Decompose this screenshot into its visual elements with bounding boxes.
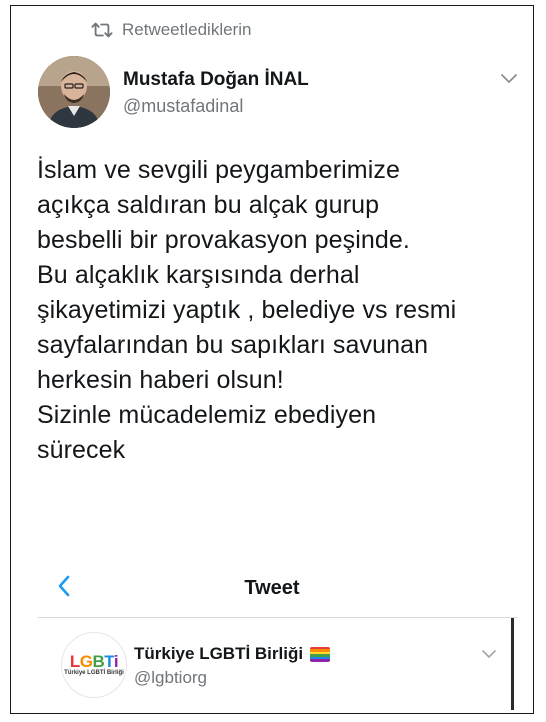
chevron-down-icon[interactable] (481, 649, 497, 660)
nav-title: Tweet (244, 577, 300, 599)
retweet-label: Retweetlediklerin (122, 20, 252, 39)
tweet-line: besbelli bir provakasyon peşinde. (37, 226, 410, 254)
author-name[interactable]: Mustafa Doğan İNAL (123, 69, 309, 91)
retweet-indicator: Retweetlediklerin (91, 20, 251, 40)
quoted-author-name[interactable]: Türkiye LGBTİ Birliği (134, 644, 331, 664)
tweet-line: herkesin haberi olsun! (37, 366, 284, 394)
tweet-line: açıkça saldıran bu alçak gurup (37, 191, 380, 219)
lgbti-logo-subtitle: Türkiye LGBTİ Birliği (64, 670, 124, 676)
quoted-author-handle[interactable]: @lgbtiorg (134, 668, 207, 688)
chevron-down-icon[interactable] (500, 73, 518, 85)
tweet-line: sürecek (37, 436, 126, 464)
tweet-line: Sizinle mücadelemiz ebediyen (37, 401, 377, 429)
tweet-line: Bu alçaklık karşısında derhal (37, 261, 360, 289)
tweet-text: İslam ve sevgili peygamberimize açıkça s… (37, 153, 527, 468)
divider (38, 617, 518, 618)
author-handle[interactable]: @mustafadinal (123, 96, 243, 117)
quoted-author-name-text: Türkiye LGBTİ Birliği (134, 644, 304, 663)
tweet-line: İslam ve sevgili peygamberimize (37, 156, 400, 184)
lgbti-logo: LGBTi (69, 652, 119, 671)
rainbow-flag-icon (310, 646, 331, 662)
retweet-icon (91, 22, 113, 38)
scrollbar[interactable] (511, 618, 514, 710)
quoted-author-avatar[interactable]: LGBTi Türkiye LGBTİ Birliği (61, 632, 127, 698)
author-avatar[interactable] (38, 56, 110, 128)
tweet-line: sayfalarından bu sapıkları savunan (37, 331, 429, 359)
tweet-line: şikayetimizi yaptık , belediye vs resmi (37, 296, 457, 324)
avatar-photo (38, 56, 110, 128)
screenshot-frame: Retweetlediklerin Mustafa Doğan İNAL @mu… (10, 5, 534, 714)
